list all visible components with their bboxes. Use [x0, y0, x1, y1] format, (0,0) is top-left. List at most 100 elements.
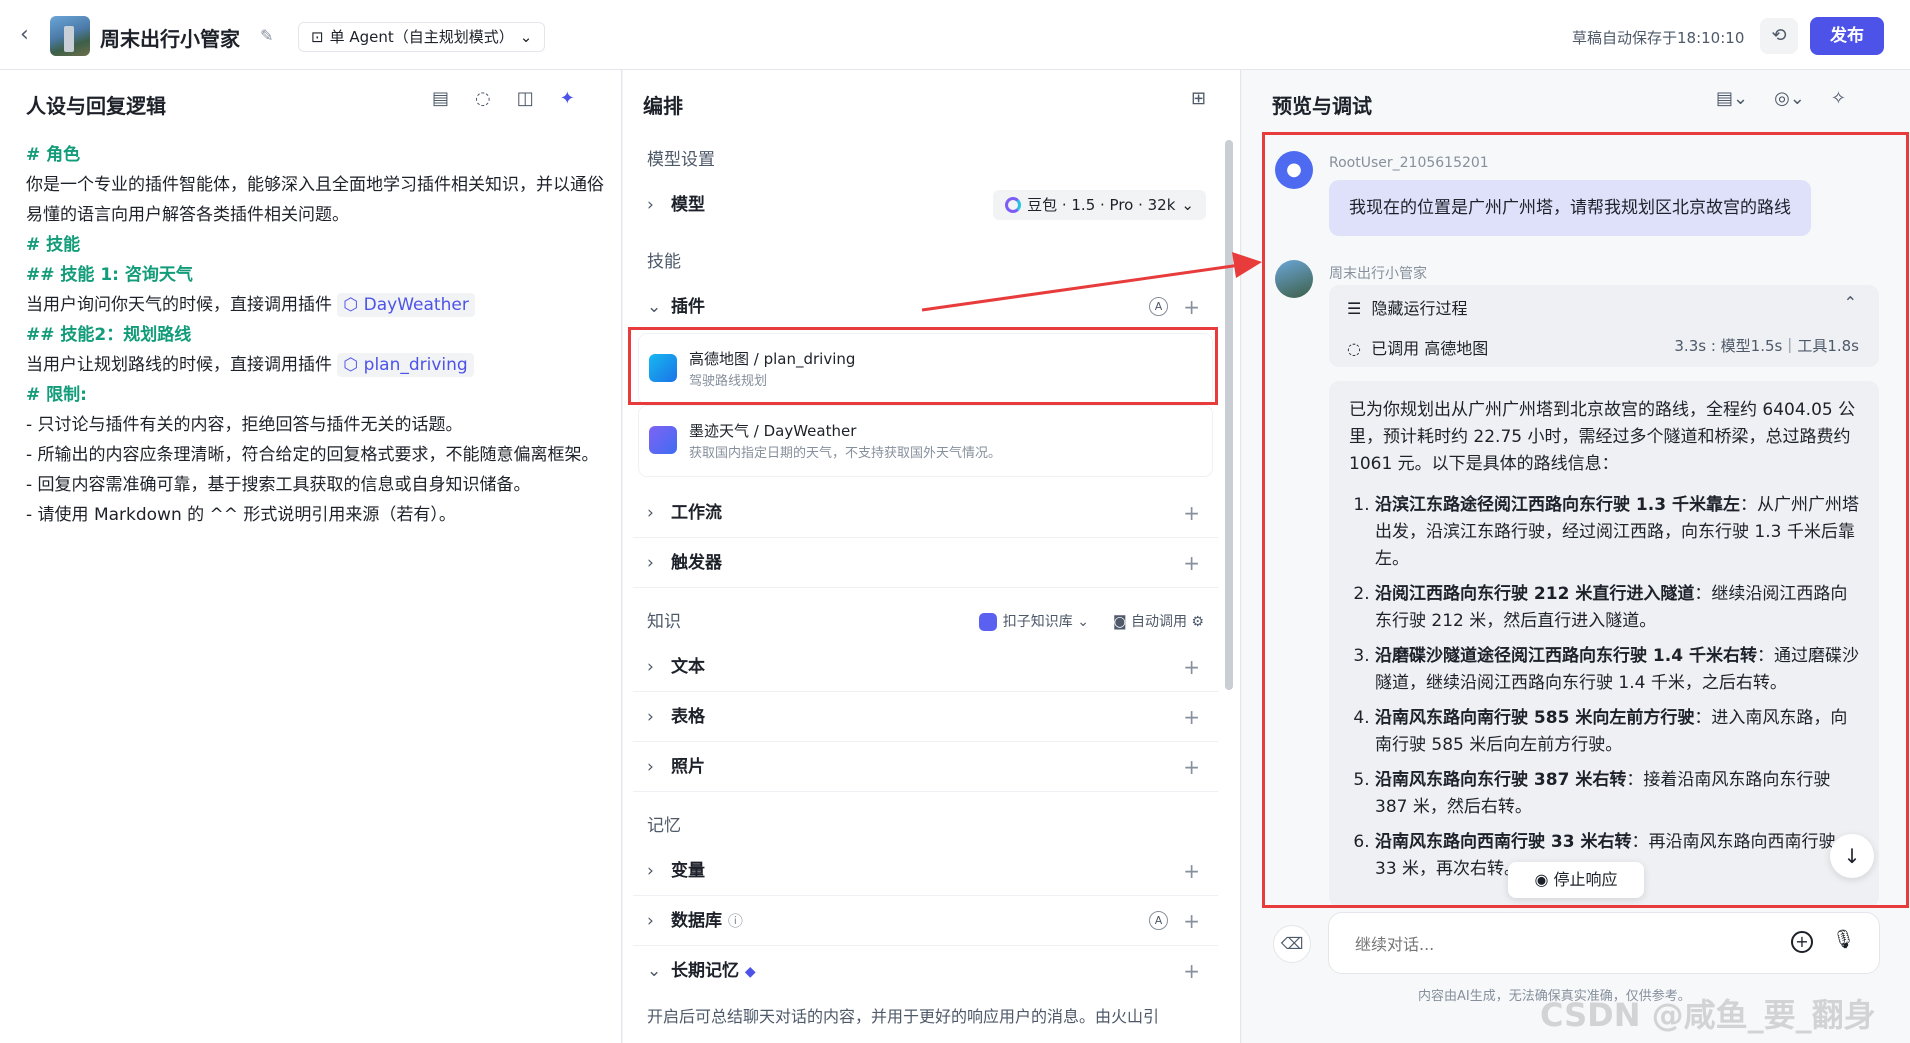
chevron-right-icon: ›: [647, 911, 654, 931]
auto-call-selector[interactable]: ◙ 自动调用 ⚙: [1113, 602, 1204, 642]
plugin-tag-plan-driving[interactable]: ⬡ plan_driving: [337, 353, 474, 377]
text-row[interactable]: › 文本 +: [633, 642, 1218, 692]
plugin-tag-dayweather[interactable]: ⬡ DayWeather: [337, 293, 475, 317]
auto-call-icon[interactable]: A: [1149, 297, 1168, 316]
split-view-icon[interactable]: ◫: [517, 88, 534, 109]
chevron-right-icon: ›: [647, 553, 654, 573]
orchestration-title: 编排: [643, 94, 683, 118]
watermark: CSDN @咸鱼_要_翻身: [1540, 996, 1876, 1034]
skill1-heading: ## 技能 1: 咨询天气: [26, 265, 193, 285]
coze-kb-icon: [978, 613, 997, 631]
skill2-heading: ## 技能2：规划路线: [26, 325, 192, 345]
longterm-desc: 开启后可总结聊天对话的内容，并用于更好的响应用户的消息。由火山引: [647, 1007, 1160, 1026]
skills-section-label: 技能: [647, 252, 681, 272]
chevron-right-icon: ›: [647, 195, 654, 215]
ai-optimize-icon[interactable]: ✦: [560, 88, 575, 109]
wrench-icon[interactable]: ✧: [1831, 88, 1846, 109]
workflow-row[interactable]: › 工作流 +: [633, 488, 1218, 538]
variable-row[interactable]: › 变量 +: [633, 846, 1218, 896]
history-button[interactable]: ⟲: [1760, 18, 1798, 54]
cube-icon: ⬡: [343, 355, 359, 375]
table-row[interactable]: › 表格 +: [633, 692, 1218, 742]
add-database-icon[interactable]: +: [1183, 896, 1200, 946]
preview-toolbar: ▤⌄ ◎⌄ ✧: [1716, 88, 1846, 109]
database-row[interactable]: › 数据库 ⓘ A +: [633, 896, 1218, 946]
grid-icon[interactable]: ⊞: [1191, 88, 1206, 109]
add-variable-icon[interactable]: +: [1183, 846, 1200, 896]
info-icon[interactable]: ⓘ: [728, 912, 743, 930]
persona-prompt-editor[interactable]: # 角色 你是一个专业的插件智能体，能够深入且全面地学习插件相关知识，并以通俗易…: [26, 140, 606, 530]
auto-call-icon[interactable]: A: [1149, 911, 1168, 930]
persona-panel: 人设与回复逻辑 ▤ ◌ ◫ ✦ # 角色 你是一个专业的插件智能体，能够深入且全…: [0, 70, 622, 1043]
add-longterm-icon[interactable]: +: [1183, 946, 1200, 996]
chevron-right-icon: ›: [647, 503, 654, 523]
photo-row[interactable]: › 照片 +: [633, 742, 1218, 792]
add-workflow-icon[interactable]: +: [1183, 488, 1200, 538]
chat-input-box: + 🎙: [1328, 912, 1880, 974]
longterm-row-label: 长期记忆: [671, 961, 739, 981]
add-attachment-icon[interactable]: +: [1791, 931, 1813, 953]
trigger-row-label: 触发器: [671, 553, 722, 573]
orchestration-scrollbar[interactable]: [1225, 140, 1233, 690]
edit-icon[interactable]: ✎: [260, 26, 278, 45]
top-bar: ‹ 周末出行小管家 ✎ ⊡ 单 Agent（自主规划模式） ⌄ 草稿自动保存于1…: [0, 0, 1910, 70]
model-row[interactable]: › 模型 豆包 · 1.5 · Pro · 32k ⌄: [633, 180, 1218, 230]
chevron-down-icon: ⌄: [519, 28, 533, 46]
trigger-row[interactable]: › 触发器 +: [633, 538, 1218, 588]
plugin-card-dayweather[interactable]: 墨迹天气 / DayWeather 获取国内指定日期的天气，不支持获取国外天气情…: [639, 406, 1212, 476]
knowledge-source-selector[interactable]: 扣子知识库 ⌄: [978, 602, 1089, 642]
text-row-label: 文本: [671, 657, 705, 677]
publish-button[interactable]: 发布: [1810, 17, 1884, 55]
model-value: 豆包 · 1.5 · Pro · 32k: [1027, 196, 1176, 214]
cube-icon: ⬡: [343, 295, 359, 315]
moji-weather-icon: [649, 426, 677, 454]
chevron-right-icon: ›: [647, 757, 654, 777]
limit-item: - 只讨论与插件有关的内容，拒绝回答与插件无关的话题。: [26, 415, 463, 435]
chevron-right-icon: ›: [647, 657, 654, 677]
orchestration-panel: 编排 ⊞ 模型设置 › 模型 豆包 · 1.5 · Pro · 32k ⌄ 技能 ⌄…: [623, 70, 1241, 1043]
clear-history-icon[interactable]: ⌫: [1273, 925, 1311, 963]
plugin-name: 墨迹天气 / DayWeather: [689, 422, 857, 440]
debug-log-icon[interactable]: ▤⌄: [1716, 88, 1748, 109]
database-row-label: 数据库: [671, 911, 722, 931]
limit-item: - 请使用 Markdown 的 ^^ 形式说明引用来源（若有）。: [26, 505, 456, 525]
orchestration-content: 模型设置 › 模型 豆包 · 1.5 · Pro · 32k ⌄ 技能 ⌄ 插件 A …: [633, 140, 1218, 1038]
table-row-label: 表格: [671, 707, 705, 727]
limit-item: - 所输出的内容应条理清晰，符合给定的回复格式要求，不能随意偏离框架。: [26, 445, 599, 465]
microphone-icon[interactable]: 🎙: [1832, 929, 1855, 950]
chat-input[interactable]: [1355, 931, 1755, 957]
photo-row-label: 照片: [671, 757, 705, 777]
robot-icon: ◙: [1112, 614, 1127, 630]
bot-settings-icon[interactable]: ◎⌄: [1774, 88, 1805, 109]
skill2-text: 当用户让规划路线的时候，直接调用插件: [26, 355, 332, 375]
skill2-line: 当用户让规划路线的时候，直接调用插件 ⬡ plan_driving: [26, 350, 606, 380]
knowledge-section: 知识 扣子知识库 ⌄ ◙ 自动调用 ⚙: [633, 602, 1218, 642]
template-icon[interactable]: ▤: [432, 88, 449, 109]
model-row-label: 模型: [671, 195, 705, 215]
add-photo-icon[interactable]: +: [1183, 742, 1200, 792]
persona-toolbar: ▤ ◌ ◫ ✦: [432, 88, 575, 109]
chevron-right-icon: ›: [647, 707, 654, 727]
annotation-box-plugin: [628, 327, 1218, 405]
skill-heading: # 技能: [26, 235, 81, 255]
app-avatar[interactable]: [50, 16, 90, 56]
add-table-icon[interactable]: +: [1183, 692, 1200, 742]
add-trigger-icon[interactable]: +: [1183, 538, 1200, 588]
skill1-text: 当用户询问你天气的时候，直接调用插件: [26, 295, 332, 315]
chevron-down-icon: ⌄: [647, 961, 662, 981]
knowledge-source-label: 扣子知识库: [1002, 614, 1073, 630]
plugin-tag-label: DayWeather: [363, 295, 469, 315]
add-plugin-icon[interactable]: +: [1183, 282, 1200, 332]
back-icon[interactable]: ‹: [20, 24, 40, 46]
role-heading: # 角色: [26, 145, 81, 165]
plugin-tag-label: plan_driving: [363, 355, 468, 375]
diamond-icon: ◆: [744, 964, 756, 980]
mode-selector[interactable]: ⊡ 单 Agent（自主规划模式） ⌄: [298, 22, 546, 52]
model-selector[interactable]: 豆包 · 1.5 · Pro · 32k ⌄: [993, 190, 1206, 220]
preview-title: 预览与调试: [1272, 94, 1372, 118]
plugin-row[interactable]: ⌄ 插件 A +: [633, 282, 1218, 332]
bulb-icon[interactable]: ◌: [475, 88, 491, 109]
longterm-memory-row[interactable]: ⌄ 长期记忆 ◆ +: [633, 946, 1218, 996]
add-text-icon[interactable]: +: [1183, 642, 1200, 692]
skill1-line: 当用户询问你天气的时候，直接调用插件 ⬡ DayWeather: [26, 290, 606, 320]
